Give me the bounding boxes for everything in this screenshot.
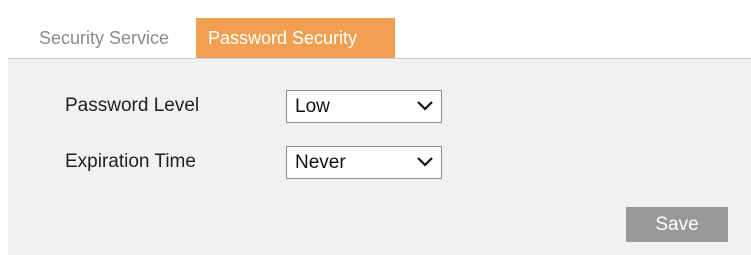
settings-panel: Password Level Low Expiration Time Never…	[8, 58, 751, 255]
expiration-time-label: Expiration Time	[65, 151, 196, 172]
password-security-page: Security Service Password Security Passw…	[0, 0, 751, 255]
expiration-time-select[interactable]: Never	[286, 146, 442, 179]
chevron-down-icon	[417, 101, 433, 111]
password-level-label: Password Level	[65, 95, 200, 116]
password-level-value: Low	[295, 96, 330, 117]
expiration-time-value: Never	[295, 152, 346, 173]
chevron-down-icon	[417, 157, 433, 167]
tab-bar: Security Service Password Security	[8, 0, 751, 58]
tab-security-service[interactable]: Security Service	[25, 18, 204, 58]
tab-password-security[interactable]: Password Security	[196, 18, 395, 58]
password-level-select[interactable]: Low	[286, 90, 442, 123]
save-button[interactable]: Save	[626, 207, 728, 242]
